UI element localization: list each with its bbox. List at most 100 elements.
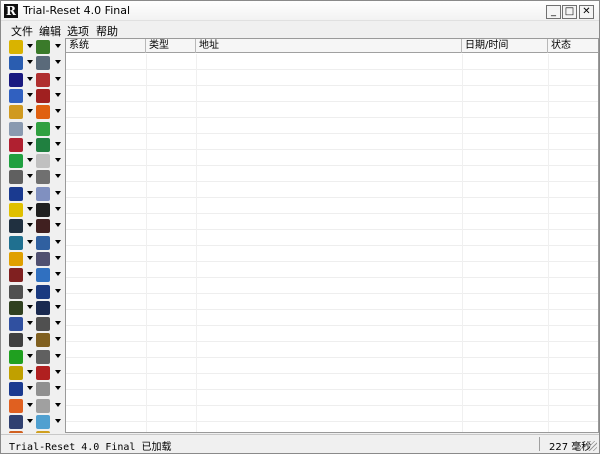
dropdown-arrow-icon[interactable] [27, 386, 33, 391]
dropdown-arrow-icon[interactable] [55, 304, 61, 309]
title-bar[interactable]: R Trial-Reset 4.0 Final _ □ ✕ [1, 1, 599, 21]
resize-grip-icon[interactable] [587, 441, 597, 451]
protection-scheme-icon[interactable] [36, 56, 50, 71]
dropdown-arrow-icon[interactable] [27, 288, 33, 293]
dropdown-arrow-icon[interactable] [55, 190, 61, 195]
protection-scheme-icon[interactable] [9, 349, 23, 364]
protection-scheme-icon[interactable] [9, 154, 23, 169]
menu-options[interactable]: 选项 [65, 23, 91, 39]
protection-scheme-icon[interactable] [9, 431, 23, 433]
dropdown-arrow-icon[interactable] [55, 109, 61, 114]
protection-scheme-icon[interactable] [36, 333, 50, 348]
dropdown-arrow-icon[interactable] [27, 337, 33, 342]
dropdown-arrow-icon[interactable] [27, 272, 33, 277]
protection-scheme-icon[interactable] [9, 235, 23, 250]
dropdown-arrow-icon[interactable] [55, 418, 61, 423]
dropdown-arrow-icon[interactable] [55, 44, 61, 48]
dropdown-arrow-icon[interactable] [55, 223, 61, 228]
column-type[interactable]: 类型 [146, 39, 196, 53]
menu-help[interactable]: 帮助 [94, 23, 120, 39]
protection-scheme-icon[interactable] [36, 219, 50, 234]
protection-scheme-icon[interactable] [36, 88, 50, 103]
dropdown-arrow-icon[interactable] [27, 353, 33, 358]
dropdown-arrow-icon[interactable] [55, 207, 61, 211]
minimize-button[interactable]: _ [546, 5, 561, 19]
protection-scheme-icon[interactable] [9, 56, 23, 71]
dropdown-arrow-icon[interactable] [55, 255, 61, 260]
protection-scheme-icon[interactable] [36, 300, 50, 315]
protection-scheme-icon[interactable] [36, 431, 50, 433]
dropdown-arrow-icon[interactable] [55, 337, 61, 342]
column-system[interactable]: 系统 [66, 39, 146, 53]
dropdown-arrow-icon[interactable] [55, 386, 61, 391]
column-address[interactable]: 地址 [196, 39, 462, 53]
protection-scheme-icon[interactable] [9, 398, 23, 413]
dropdown-arrow-icon[interactable] [27, 158, 33, 163]
dropdown-arrow-icon[interactable] [27, 321, 33, 326]
dropdown-arrow-icon[interactable] [55, 125, 61, 130]
dropdown-arrow-icon[interactable] [55, 92, 61, 97]
dropdown-arrow-icon[interactable] [27, 370, 33, 374]
protection-scheme-icon[interactable] [9, 219, 23, 234]
maximize-button[interactable]: □ [562, 5, 577, 19]
protection-scheme-icon[interactable] [36, 349, 50, 364]
protection-scheme-icon[interactable] [36, 137, 50, 152]
dropdown-arrow-icon[interactable] [27, 304, 33, 309]
protection-scheme-icon[interactable] [36, 105, 50, 120]
protection-scheme-icon[interactable] [9, 88, 23, 103]
menu-edit[interactable]: 编辑 [37, 23, 63, 39]
dropdown-arrow-icon[interactable] [27, 255, 33, 260]
dropdown-arrow-icon[interactable] [27, 125, 33, 130]
dropdown-arrow-icon[interactable] [27, 174, 33, 179]
protection-scheme-icon[interactable] [36, 40, 50, 54]
protection-scheme-icon[interactable] [9, 300, 23, 315]
dropdown-arrow-icon[interactable] [27, 402, 33, 407]
protection-scheme-icon[interactable] [36, 235, 50, 250]
menu-file[interactable]: 文件 [9, 23, 35, 39]
protection-scheme-icon[interactable] [36, 121, 50, 136]
protection-scheme-icon[interactable] [9, 203, 23, 217]
dropdown-arrow-icon[interactable] [55, 76, 61, 81]
protection-scheme-icon[interactable] [9, 72, 23, 87]
dropdown-arrow-icon[interactable] [27, 141, 33, 146]
dropdown-arrow-icon[interactable] [55, 370, 61, 374]
dropdown-arrow-icon[interactable] [27, 418, 33, 423]
dropdown-arrow-icon[interactable] [27, 239, 33, 244]
protection-scheme-icon[interactable] [9, 105, 23, 120]
protection-scheme-icon[interactable] [9, 333, 23, 348]
dropdown-arrow-icon[interactable] [55, 353, 61, 358]
protection-scheme-icon[interactable] [36, 382, 50, 397]
dropdown-arrow-icon[interactable] [55, 272, 61, 277]
dropdown-arrow-icon[interactable] [55, 158, 61, 163]
dropdown-arrow-icon[interactable] [55, 174, 61, 179]
protection-scheme-icon[interactable] [36, 72, 50, 87]
protection-scheme-icon[interactable] [36, 154, 50, 169]
protection-scheme-icon[interactable] [9, 317, 23, 332]
protection-scheme-icon[interactable] [36, 268, 50, 283]
dropdown-arrow-icon[interactable] [55, 402, 61, 407]
protection-scheme-icon[interactable] [9, 40, 23, 54]
protection-scheme-icon[interactable] [9, 121, 23, 136]
protection-scheme-icon[interactable] [36, 203, 50, 217]
dropdown-arrow-icon[interactable] [55, 239, 61, 244]
protection-scheme-icon[interactable] [9, 382, 23, 397]
dropdown-arrow-icon[interactable] [55, 60, 61, 65]
dropdown-arrow-icon[interactable] [27, 190, 33, 195]
protection-scheme-icon[interactable] [9, 414, 23, 429]
dropdown-arrow-icon[interactable] [55, 321, 61, 326]
protection-scheme-icon[interactable] [36, 366, 50, 380]
protection-scheme-icon[interactable] [36, 251, 50, 266]
column-status[interactable]: 状态 [548, 39, 598, 53]
dropdown-arrow-icon[interactable] [27, 207, 33, 211]
dropdown-arrow-icon[interactable] [27, 92, 33, 97]
protection-scheme-icon[interactable] [9, 268, 23, 283]
protection-scheme-icon[interactable] [9, 186, 23, 201]
protection-scheme-icon[interactable] [36, 414, 50, 429]
app-logo-icon[interactable]: R [4, 4, 18, 18]
protection-scheme-icon[interactable] [9, 170, 23, 185]
dropdown-arrow-icon[interactable] [27, 44, 33, 48]
protection-scheme-icon[interactable] [36, 186, 50, 201]
dropdown-arrow-icon[interactable] [27, 76, 33, 81]
dropdown-arrow-icon[interactable] [55, 288, 61, 293]
dropdown-arrow-icon[interactable] [27, 109, 33, 114]
